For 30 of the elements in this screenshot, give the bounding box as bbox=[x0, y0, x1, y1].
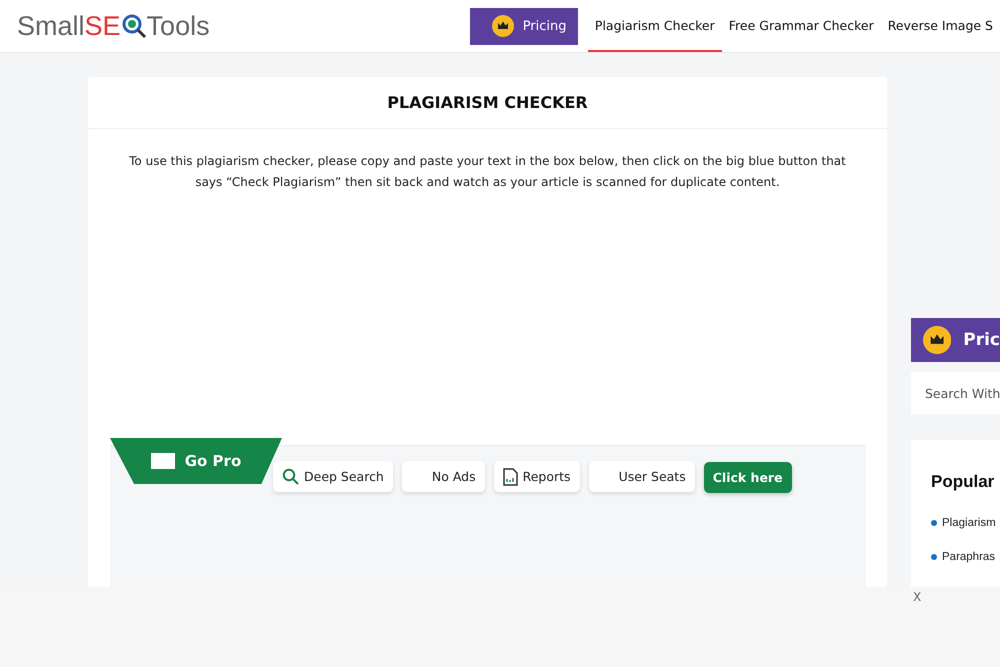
nav-link[interactable]: Plagiarism Checker bbox=[588, 0, 722, 52]
magnifier-icon bbox=[120, 13, 147, 39]
intro-text: To use this plagiarism checker, please copy and paste your text in the box below, then click on the big blue button that says “Check Plagiarism” then sit back and watch as your article is scanned for duplicate content. bbox=[128, 153, 847, 191]
close-button[interactable]: X bbox=[907, 589, 928, 605]
crown-icon bbox=[923, 325, 952, 355]
page-title: PLAGIARISM CHECKER bbox=[88, 77, 887, 129]
pricing-button[interactable]: Pric bbox=[911, 318, 1000, 362]
logo-text[interactable]: SE bbox=[84, 10, 121, 42]
search-icon bbox=[282, 468, 299, 485]
bullet-icon bbox=[931, 520, 937, 526]
bullet-icon bbox=[931, 554, 937, 560]
feature-label: No Ads bbox=[432, 469, 476, 484]
feature-label: Deep Search bbox=[304, 469, 384, 484]
go-pro-tab[interactable]: Go Pro bbox=[110, 438, 282, 484]
feature-label: User Seats bbox=[618, 469, 686, 484]
go-pro-label[interactable]: Go Pro bbox=[184, 452, 242, 470]
section-title: Popular bbox=[931, 472, 996, 492]
popular-link[interactable]: Paraphras bbox=[931, 540, 1000, 574]
search-field[interactable]: Search With bbox=[911, 372, 1000, 414]
logo-text[interactable]: Small bbox=[17, 10, 85, 42]
click-here-button[interactable]: Click here bbox=[704, 462, 792, 493]
nav-link[interactable]: Reverse Image S bbox=[880, 0, 1000, 52]
pricing-button[interactable]: Pricing bbox=[470, 8, 578, 44]
nav-link[interactable]: Free Grammar Checker bbox=[722, 0, 881, 52]
rectangle-icon bbox=[150, 453, 175, 469]
popular-link[interactable]: Plagiarism bbox=[931, 506, 1000, 540]
feature-label: Reports bbox=[522, 469, 571, 484]
logo-text[interactable]: Tools bbox=[146, 10, 210, 42]
report-icon bbox=[502, 468, 518, 486]
crown-icon bbox=[492, 15, 514, 37]
